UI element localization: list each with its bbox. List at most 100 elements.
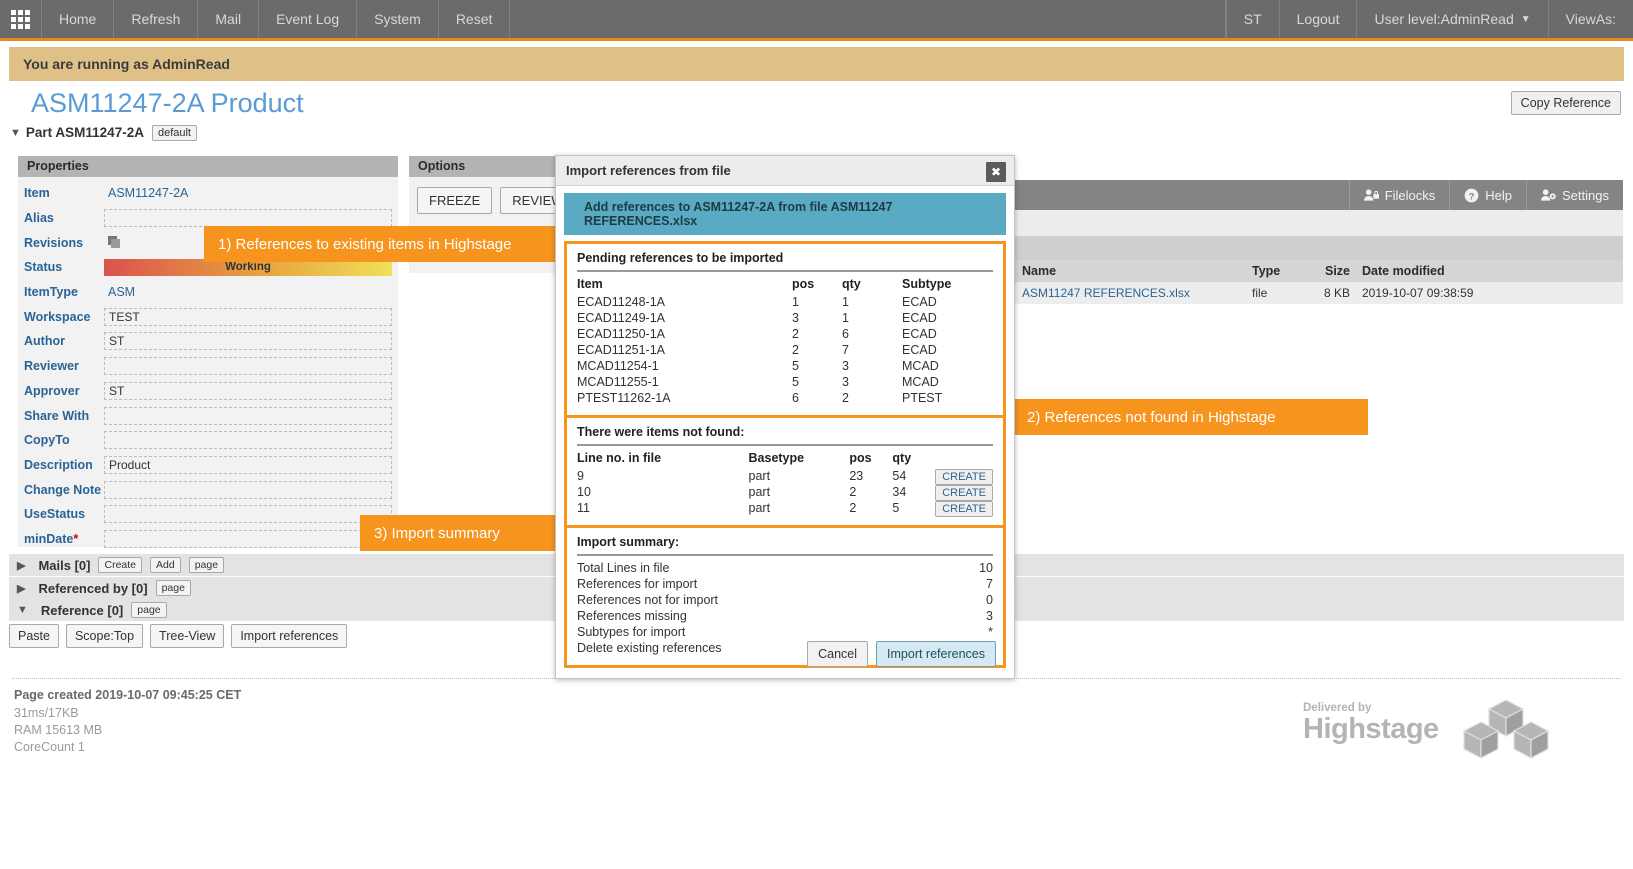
page-footer: Page created 2019-10-07 09:45:25 CET 31m…	[14, 688, 241, 757]
chevron-down-icon: ▼	[1520, 13, 1531, 25]
copy-reference-button[interactable]: Copy Reference	[1510, 91, 1621, 115]
summary-row: References not for import 0	[577, 592, 993, 608]
cancel-button[interactable]: Cancel	[807, 641, 869, 667]
copyto-field[interactable]	[104, 431, 392, 450]
import-references-submit-button[interactable]: Import references	[876, 641, 996, 667]
pending-qty: 1	[842, 295, 849, 309]
nav-item-mail[interactable]: Mail	[198, 0, 260, 38]
summary-row: Total Lines in file 10	[577, 560, 993, 576]
scope-button[interactable]: Scope:Top	[65, 624, 144, 648]
property-label: Alias	[24, 211, 54, 226]
table-header-row: Line no. in file Basetype pos qty	[577, 450, 993, 468]
part-header[interactable]: ▼ Part ASM11247-2A default	[10, 123, 1623, 142]
file-type: file	[1252, 286, 1268, 300]
revisions-stack-icon[interactable]	[108, 235, 122, 250]
summary-label: References missing	[577, 609, 687, 623]
section-mails-label: Mails [0]	[38, 557, 91, 573]
nav-item-system[interactable]: System	[357, 0, 439, 38]
alias-field[interactable]	[104, 209, 392, 228]
pending-subtype: MCAD	[902, 359, 939, 373]
notfound-line: 11	[577, 501, 590, 515]
mails-add-button[interactable]: Add	[150, 557, 181, 573]
chevron-right-icon: ▶	[17, 582, 26, 595]
share-with-field[interactable]	[104, 406, 392, 425]
pending-subtype: ECAD	[902, 311, 937, 325]
change-note-field[interactable]	[104, 480, 392, 499]
nav-item-view-as[interactable]: ViewAs:	[1547, 0, 1633, 38]
notfound-qty: 34	[892, 485, 907, 499]
summary-value: 10	[979, 561, 993, 575]
pending-qty: 1	[842, 311, 849, 325]
apps-grid-icon[interactable]	[0, 0, 42, 38]
pending-pos: 2	[792, 327, 799, 341]
reference-page-button[interactable]: page	[131, 602, 167, 618]
help-button[interactable]: ? Help	[1449, 180, 1526, 210]
reviewer-field[interactable]	[104, 357, 392, 376]
notfound-qty: 54	[892, 469, 907, 483]
tree-view-button[interactable]: Tree-View	[150, 624, 225, 648]
pending-item: ECAD11251-1A	[577, 343, 666, 357]
table-row: ECAD11249-1A 3 1 ECAD	[577, 310, 993, 326]
notfound-pos: 2	[849, 501, 857, 515]
close-icon[interactable]: ✖	[986, 162, 1006, 182]
summary-row: References missing 3	[577, 608, 993, 624]
column-header-name: Name	[1022, 264, 1057, 278]
part-default-tag[interactable]: default	[151, 124, 197, 141]
nav-item-user-initials[interactable]: ST	[1225, 0, 1279, 38]
property-value[interactable]: ASM	[104, 285, 392, 299]
author-field[interactable]: ST	[104, 332, 392, 351]
property-value[interactable]: ASM11247-2A	[104, 186, 392, 200]
create-button[interactable]: CREATE	[935, 485, 993, 501]
file-name-link[interactable]: ASM11247 REFERENCES.xlsx	[1012, 286, 1252, 300]
pending-subtype: ECAD	[902, 327, 937, 341]
part-header-label: Part ASM11247-2A	[25, 125, 144, 140]
column-header-subtype: Subtype	[902, 277, 952, 291]
create-button[interactable]: CREATE	[935, 501, 993, 517]
import-references-dialog: Import references from file ✖ Add refere…	[555, 155, 1015, 679]
usestatus-field[interactable]	[104, 505, 392, 524]
freeze-button[interactable]: FREEZE	[417, 187, 493, 214]
import-source-bar: Add references to ASM11247-2A from file …	[564, 193, 1006, 235]
summary-label: References not for import	[577, 593, 719, 607]
filelocks-button[interactable]: Filelocks	[1348, 180, 1450, 210]
mails-page-button[interactable]: page	[188, 557, 225, 573]
nav-item-refresh[interactable]: Refresh	[114, 0, 199, 38]
items-not-found-title: There were items not found:	[577, 425, 745, 439]
files-toolbar: Filelocks ? Help Settings	[1012, 180, 1623, 210]
mindate-field[interactable]	[104, 529, 392, 548]
properties-panel: Properties Item ASM11247-2A Alias Revisi…	[18, 156, 398, 548]
notfound-line: 10	[577, 485, 591, 499]
property-label: Share With	[24, 408, 90, 423]
chevron-right-icon: ▶	[17, 559, 26, 572]
property-label: ItemType	[24, 285, 78, 300]
column-header-qty: qty	[892, 451, 912, 465]
table-row[interactable]: ASM11247 REFERENCES.xlsx file 8 KB 2019-…	[1012, 282, 1623, 304]
nav-item-event-log[interactable]: Event Log	[259, 0, 358, 38]
notfound-qty: 5	[892, 501, 900, 515]
page-created-text: Page created 2019-10-07 09:45:25 CET	[14, 688, 242, 702]
pending-item: PTEST11262-1A	[577, 391, 671, 405]
create-button[interactable]: CREATE	[935, 469, 993, 485]
files-table: Name Type Size Date modified ASM11247 RE…	[1012, 260, 1623, 304]
settings-button[interactable]: Settings	[1526, 180, 1623, 210]
table-row: ECAD11248-1A 1 1 ECAD	[577, 294, 993, 310]
mails-create-button[interactable]: Create	[98, 557, 142, 573]
table-row: ECAD11250-1A 2 6 ECAD	[577, 326, 993, 342]
table-row: 9 part 23 54 CREATE	[577, 468, 993, 485]
nav-item-reset[interactable]: Reset	[439, 0, 511, 38]
import-references-button[interactable]: Import references	[231, 624, 348, 648]
approver-field[interactable]: ST	[104, 381, 392, 400]
annotation-callout-3: 3) Import summary	[360, 515, 557, 551]
property-row-change-note: Change Note	[18, 477, 398, 502]
description-field[interactable]: Product	[104, 455, 392, 474]
workspace-field[interactable]: TEST	[104, 307, 392, 326]
referenced-by-page-button[interactable]: page	[155, 580, 191, 596]
nav-item-home[interactable]: Home	[42, 0, 115, 38]
property-label: Description	[24, 457, 93, 472]
nav-item-user-level[interactable]: User level:AdminRead ▼	[1356, 0, 1547, 38]
nav-item-logout[interactable]: Logout	[1278, 0, 1357, 38]
question-circle-icon: ?	[1464, 188, 1479, 202]
column-header-type: Type	[1252, 264, 1281, 278]
paste-button[interactable]: Paste	[9, 624, 59, 648]
property-label: minDate*	[24, 531, 79, 546]
